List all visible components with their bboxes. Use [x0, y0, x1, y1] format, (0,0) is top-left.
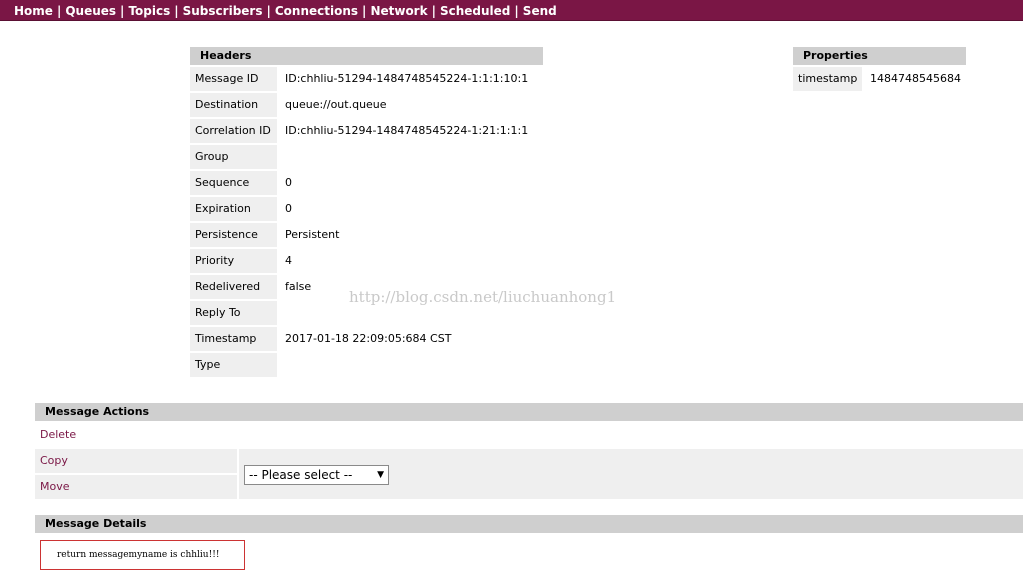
nav-separator: |: [174, 4, 179, 18]
header-key: Sequence: [190, 171, 277, 195]
headers-title: Headers: [190, 47, 543, 65]
nav-scheduled[interactable]: Scheduled: [440, 4, 510, 18]
properties-title: Properties: [793, 47, 966, 65]
move-link[interactable]: Move: [35, 475, 70, 499]
nav-separator: |: [431, 4, 436, 18]
nav-separator: |: [514, 4, 519, 18]
top-nav: Home | Queues | Topics | Subscribers | Connectio…: [0, 0, 1023, 21]
nav-topics[interactable]: Topics: [128, 4, 170, 18]
header-value: false: [285, 280, 312, 293]
property-value: 1484748545684: [870, 72, 961, 85]
header-key: Message ID: [190, 67, 277, 91]
header-value: Persistent: [285, 228, 340, 241]
chevron-down-icon: ▼: [377, 470, 384, 480]
header-key: Priority: [190, 249, 277, 273]
nav-separator: |: [362, 4, 367, 18]
select-value: -- Please select --: [249, 468, 353, 482]
copy-link[interactable]: Copy: [35, 449, 68, 473]
header-value: 0: [285, 202, 292, 215]
header-value: 0: [285, 176, 292, 189]
header-key: Timestamp: [190, 327, 277, 351]
header-key: Type: [190, 353, 277, 377]
message-actions-title: Message Actions: [35, 403, 1023, 421]
nav-separator: |: [120, 4, 125, 18]
property-key: timestamp: [793, 67, 862, 91]
nav-separator: |: [56, 4, 62, 18]
nav-send[interactable]: Send: [523, 4, 557, 18]
nav-items: Home | Queues | Topics | Subscribers | Connectio…: [14, 4, 557, 18]
header-key: Reply To: [190, 301, 277, 325]
delete-link[interactable]: Delete: [35, 423, 76, 447]
header-key: Redelivered: [190, 275, 277, 299]
watermark: http://blog.csdn.net/liuchuanhong1: [349, 288, 617, 306]
header-key: Destination: [190, 93, 277, 117]
header-value: ID:chhliu-51294-1484748545224-1:21:1:1:1: [285, 124, 529, 137]
nav-subscribers[interactable]: Subscribers: [183, 4, 263, 18]
nav-queues[interactable]: Queues: [65, 4, 116, 18]
header-key: Group: [190, 145, 277, 169]
header-value: 4: [285, 254, 292, 267]
nav-network[interactable]: Network: [370, 4, 427, 18]
nav-connections[interactable]: Connections: [275, 4, 358, 18]
header-value: 2017-01-18 22:09:05:684 CST: [285, 332, 452, 345]
nav-separator: |: [266, 4, 271, 18]
header-value: queue://out.queue: [285, 98, 387, 111]
header-key: Correlation ID: [190, 119, 277, 143]
destination-select[interactable]: -- Please select -- ▼: [244, 465, 389, 485]
header-value: ID:chhliu-51294-1484748545224-1:1:1:10:1: [285, 72, 529, 85]
header-key: Persistence: [190, 223, 277, 247]
header-key: Expiration: [190, 197, 277, 221]
message-details-title: Message Details: [35, 515, 1023, 533]
nav-home[interactable]: Home: [14, 4, 53, 18]
message-body: return messagemyname is chhliu!!!: [40, 540, 245, 570]
